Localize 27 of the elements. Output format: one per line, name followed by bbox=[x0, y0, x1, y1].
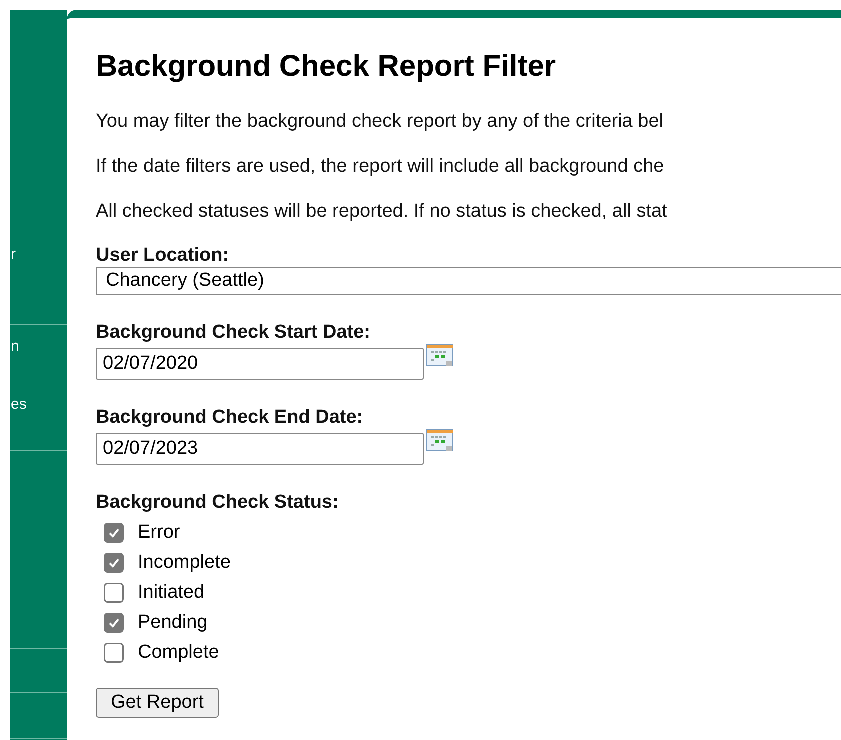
calendar-icon[interactable] bbox=[426, 429, 454, 453]
instruction-text: You may filter the background check report by any of the criteria bel bbox=[96, 110, 664, 134]
checkbox[interactable] bbox=[104, 523, 124, 543]
field-label: Background Check End Date: bbox=[96, 407, 364, 429]
checkbox[interactable] bbox=[104, 613, 124, 633]
page-title: Background Check Report Filter bbox=[96, 50, 558, 84]
instruction-text: If the date filters are used, the report will include all background che bbox=[96, 155, 666, 179]
sidebar-item[interactable]: r bbox=[11, 246, 16, 263]
date-field[interactable]: 02/07/2020 bbox=[96, 348, 424, 380]
field-label: Background Check Start Date: bbox=[96, 322, 372, 344]
checkbox-label: Initiated bbox=[138, 582, 205, 604]
location-select[interactable]: Chancery (Seattle) bbox=[96, 267, 841, 295]
checkbox[interactable] bbox=[104, 643, 124, 663]
checkbox-label: Pending bbox=[138, 612, 208, 634]
checkbox[interactable] bbox=[104, 583, 124, 603]
calendar-icon[interactable] bbox=[426, 344, 454, 368]
get-report-button[interactable]: Get Report bbox=[96, 688, 219, 718]
instruction-text: All checked statuses will be reported. If no status is checked, all stat bbox=[96, 200, 668, 224]
sidebar-item[interactable]: es bbox=[11, 396, 27, 413]
field-label: Background Check Status: bbox=[96, 492, 340, 514]
field-label: User Location: bbox=[96, 245, 230, 267]
checkbox-label: Error bbox=[138, 522, 180, 544]
date-field[interactable]: 02/07/2023 bbox=[96, 433, 424, 465]
checkbox-label: Complete bbox=[138, 642, 220, 664]
sidebar-item[interactable]: n bbox=[11, 338, 20, 355]
checkbox-label: Incomplete bbox=[138, 552, 231, 574]
checkbox[interactable] bbox=[104, 553, 124, 573]
